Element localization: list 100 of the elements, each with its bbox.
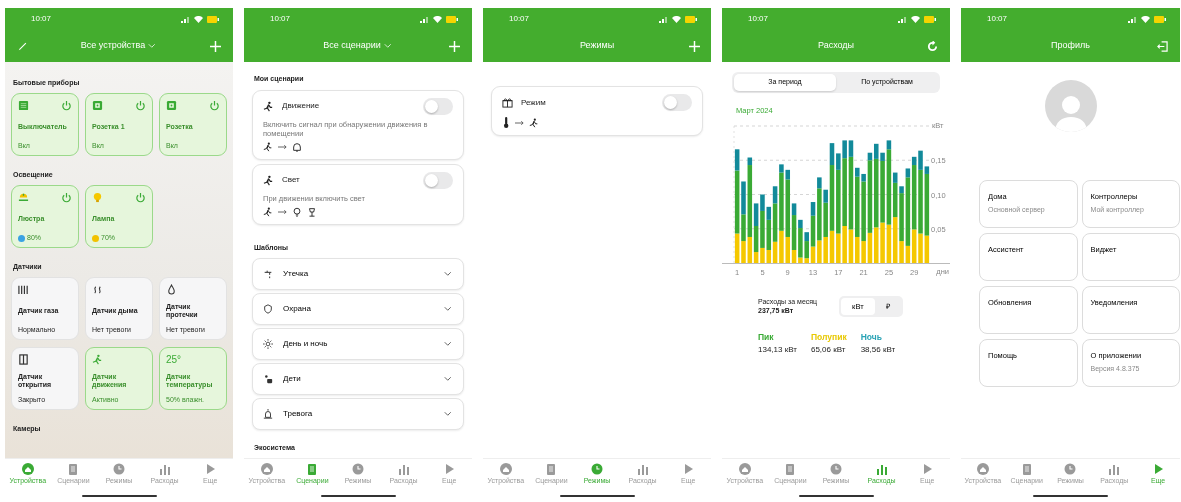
home-indicator[interactable]	[320, 495, 396, 497]
drop-icon	[166, 283, 177, 295]
toggle-switch[interactable]	[423, 171, 453, 189]
status-time: 10:07	[987, 13, 1008, 25]
running-person-icon	[92, 353, 103, 365]
clock-icon	[1064, 462, 1077, 475]
house-icon	[260, 462, 273, 475]
caret-icon	[383, 41, 393, 51]
caret-icon	[148, 41, 158, 51]
bar-chart-icon	[158, 462, 171, 475]
screen-title: Профиль	[1051, 39, 1090, 53]
pencil-icon[interactable]	[17, 41, 27, 51]
battery-icon	[924, 15, 936, 23]
tariff-value: 65,06 кВт	[810, 343, 847, 356]
play-icon	[443, 462, 456, 475]
template-row[interactable]: Охрана	[252, 293, 464, 325]
template-row[interactable]: Тревога	[252, 398, 464, 430]
power-icon[interactable]	[61, 99, 72, 111]
clipboard-icon	[67, 462, 80, 475]
bulb-icon	[92, 191, 103, 203]
toggle-switch[interactable]	[423, 97, 453, 115]
screen-title: Режимы	[579, 39, 615, 53]
home-indicator[interactable]	[559, 495, 635, 497]
wifi-icon	[911, 15, 920, 23]
home-indicator[interactable]	[798, 495, 874, 497]
scenario-name: Движение	[282, 100, 320, 112]
home-indicator[interactable]	[1033, 495, 1108, 497]
battery-icon	[685, 15, 697, 23]
scenario-name: Свет	[282, 174, 300, 186]
tariff-value: 134,13 кВт	[758, 343, 797, 356]
logout-icon[interactable]	[1157, 40, 1169, 52]
wifi-icon	[672, 15, 681, 23]
template-row[interactable]: Дети	[252, 363, 464, 395]
lamp-icon	[307, 206, 317, 217]
faucet-icon	[263, 269, 273, 279]
title-dropdown[interactable]: Все сценарии	[323, 39, 393, 53]
bulb-icon	[292, 206, 302, 217]
battery-icon	[446, 15, 458, 23]
power-icon[interactable]	[209, 99, 220, 111]
tariff-value: 38,56 кВт	[860, 343, 896, 356]
refresh-icon[interactable]	[927, 40, 939, 52]
template-row[interactable]: День и ночь	[252, 328, 464, 360]
socket-icon	[92, 99, 103, 111]
bell-icon	[292, 141, 302, 152]
clipboard-icon	[306, 462, 319, 475]
wifi-icon	[433, 15, 442, 23]
running-person-icon	[263, 174, 274, 186]
plus-icon[interactable]	[449, 40, 461, 52]
mode-card[interactable]: Режим	[491, 86, 703, 136]
template-row[interactable]: Утечка	[252, 258, 464, 290]
clock-icon	[352, 462, 364, 475]
child-icon	[263, 374, 273, 384]
running-person-icon	[263, 206, 273, 217]
signal-icon	[898, 15, 907, 23]
house-icon	[738, 462, 751, 475]
play-icon	[1152, 462, 1165, 475]
power-icon[interactable]	[135, 99, 146, 111]
socket-icon	[166, 99, 177, 111]
running-person-icon	[263, 141, 273, 152]
signal-icon	[659, 15, 668, 23]
play-icon	[682, 462, 695, 475]
running-person-icon	[529, 117, 539, 128]
chevron-down-icon	[444, 339, 453, 349]
title-dropdown[interactable]: Все устройства	[80, 39, 158, 53]
siren-icon	[263, 409, 273, 419]
bars-icon	[18, 283, 29, 295]
plus-icon[interactable]	[688, 40, 700, 52]
clipboard-icon	[784, 462, 797, 475]
chevron-down-icon	[444, 409, 453, 419]
clock-icon	[830, 462, 842, 475]
chandelier-icon	[18, 191, 29, 203]
home-indicator[interactable]	[81, 495, 157, 497]
tariff-label: Полупик	[810, 331, 847, 344]
clipboard-icon	[545, 462, 558, 475]
shield-icon	[263, 304, 273, 314]
bar-chart-icon	[397, 462, 410, 475]
status-time: 10:07	[270, 13, 291, 25]
status-time: 10:07	[31, 13, 52, 25]
chevron-down-icon	[444, 304, 453, 314]
clipboard-icon	[1020, 462, 1033, 475]
screen-title: Расходы	[817, 39, 855, 53]
thermometer-icon	[502, 117, 510, 128]
power-icon[interactable]	[135, 191, 146, 203]
plus-icon[interactable]	[210, 40, 222, 52]
signal-icon	[420, 15, 429, 23]
gift-icon	[502, 97, 513, 108]
status-time: 10:07	[509, 13, 530, 25]
clock-icon	[591, 462, 603, 475]
temperature-reading: 25°	[166, 353, 182, 365]
chevron-down-icon	[444, 269, 453, 279]
sun-icon	[263, 339, 273, 349]
signal-icon	[1128, 15, 1137, 23]
door-icon	[18, 353, 29, 365]
power-icon[interactable]	[61, 191, 72, 203]
play-icon	[204, 462, 217, 475]
running-person-icon	[263, 100, 274, 112]
signal-icon	[181, 15, 190, 23]
toggle-switch[interactable]	[662, 94, 692, 111]
chevron-down-icon	[444, 374, 453, 384]
clock-icon	[113, 462, 125, 475]
